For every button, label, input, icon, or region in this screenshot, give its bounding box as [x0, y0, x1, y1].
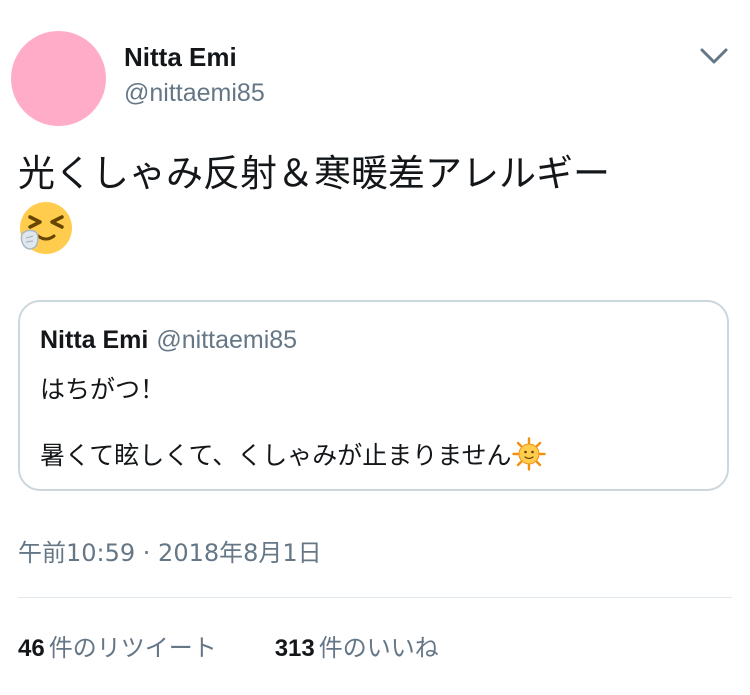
quoted-tweet-header: Nitta Emi @nittaemi85: [40, 326, 297, 355]
likes-count: 313: [274, 635, 315, 662]
quoted-author-name: Nitta Emi: [40, 326, 149, 354]
author-name[interactable]: Nitta Emi: [124, 42, 237, 73]
tweet-timestamp[interactable]: 午前10:59 · 2018年8月1日: [18, 533, 322, 568]
retweets-count: 46: [18, 635, 45, 662]
likes-stat[interactable]: 313 件のいいね: [275, 628, 439, 663]
divider: [18, 597, 732, 598]
chevron-down-icon[interactable]: [698, 44, 730, 68]
sneezing-face-emoji-icon: [20, 202, 72, 254]
retweets-label: 件のリツイート: [48, 634, 217, 662]
quoted-author-handle: @nittaemi85: [156, 326, 298, 354]
quoted-tweet-card[interactable]: Nitta Emi @nittaemi85 はちがつ！ 暑くて眩しくて、くしゃみが…: [18, 300, 729, 491]
quoted-tweet-line2: 暑くて眩しくて、くしゃみが止まりません: [40, 436, 546, 472]
retweets-stat[interactable]: 46 件のリツイート: [18, 628, 217, 663]
sun-with-face-emoji-icon: [511, 437, 546, 471]
tweet-stats: 46 件のリツイート 313 件のいいね: [18, 628, 439, 663]
likes-label: 件のいいね: [318, 634, 439, 662]
quoted-tweet-line2-text: 暑くて眩しくて、くしゃみが止まりません: [40, 441, 512, 470]
tweet-body: 光くしゃみ反射＆寒暖差アレルギー: [18, 152, 610, 195]
tweet-text: 光くしゃみ反射＆寒暖差アレルギー: [18, 148, 723, 258]
avatar[interactable]: [11, 31, 106, 126]
author-handle[interactable]: @nittaemi85: [124, 79, 265, 108]
quoted-tweet-line1: はちがつ！: [40, 375, 166, 404]
